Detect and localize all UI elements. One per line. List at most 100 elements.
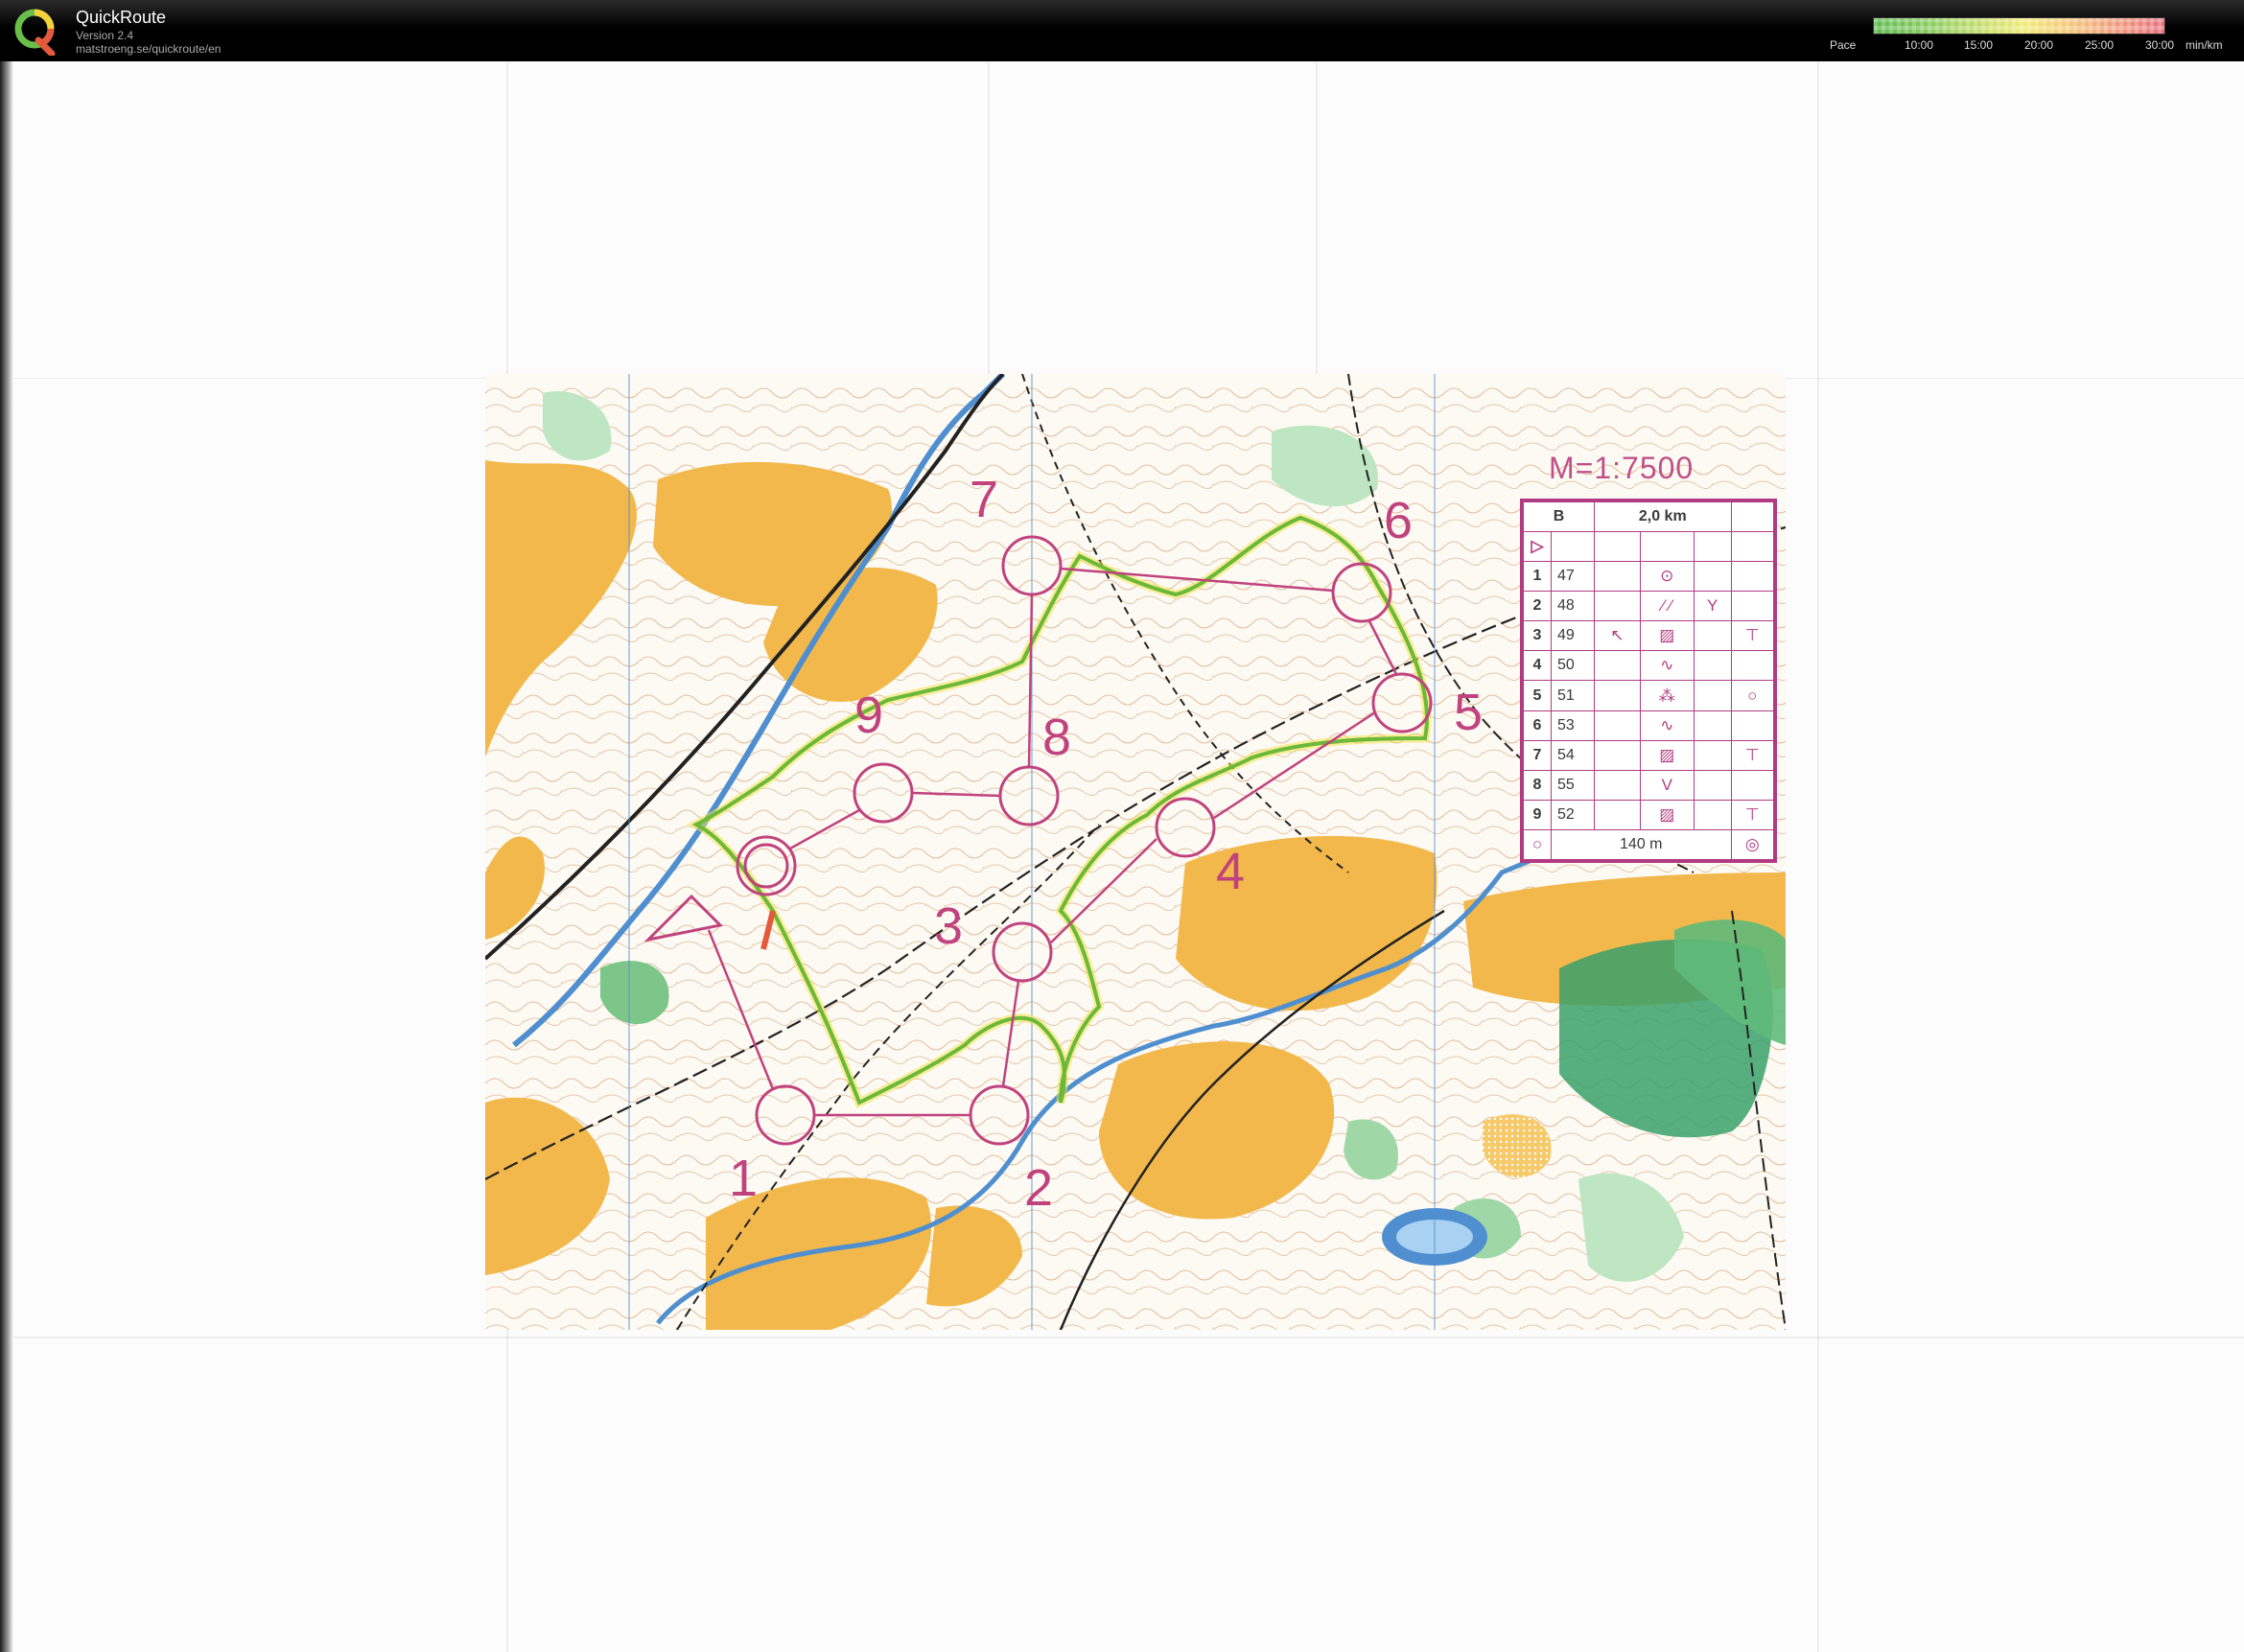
control-symbol-detail <box>1693 561 1732 593</box>
control-number: 9 <box>854 686 884 744</box>
control-number: 4 <box>1216 843 1246 900</box>
control-description-table: B 2,0 km ▷ 1 47 ⊙ 2 48 ⁄ ⁄ Y 3 49 ↖ ▨ ⊤ 4 50 ∿ 5 51 ⁂ ○ 6 53… <box>1523 501 1775 860</box>
control-symbol-feature: ▨ <box>1639 739 1695 771</box>
control-code: 49 <box>1551 620 1595 652</box>
control-symbol-location: ⊤ <box>1730 799 1775 831</box>
map-scale-label: M=1:7500 <box>1549 451 1695 485</box>
control-symbol-direction <box>1594 710 1641 741</box>
control-description-rows: ▷ 1 47 ⊙ 2 48 ⁄ ⁄ Y 3 49 ↖ ▨ ⊤ 4 50 ∿ 5 51 ⁂ ○ 6 53 ∿ 7 54 ▨ ⊤ 8 55… <box>1523 530 1775 831</box>
control-symbol-location <box>1730 591 1775 622</box>
pace-tick: 25:00 <box>2085 38 2115 52</box>
control-symbol-location <box>1730 650 1775 682</box>
control-symbol-direction <box>1594 680 1641 711</box>
course-length: 2,0 km <box>1594 501 1732 532</box>
control-number: 6 <box>1384 492 1414 549</box>
pace-tick: 30:00 <box>2145 38 2175 52</box>
control-symbol-direction <box>1594 739 1641 771</box>
control-sequence-number: 6 <box>1523 710 1552 741</box>
control-symbol-feature: ⁄ ⁄ <box>1639 591 1695 622</box>
pace-unit-label: min/km <box>2186 38 2223 52</box>
control-symbol-detail <box>1693 710 1732 741</box>
pace-tick: 10:00 <box>1905 38 1934 52</box>
control-symbol-detail: Y <box>1693 591 1732 622</box>
control-row: 2 48 ⁄ ⁄ Y <box>1523 591 1775 622</box>
control-sequence-number: 9 <box>1523 799 1552 831</box>
control-symbol-detail <box>1693 769 1732 801</box>
control-symbol-feature: ▨ <box>1639 620 1695 652</box>
control-sequence-number: 2 <box>1523 591 1552 622</box>
control-code: 52 <box>1551 799 1595 831</box>
control-symbol-feature: V <box>1639 769 1695 801</box>
finish-circle-icon: ◎ <box>1730 829 1775 860</box>
pace-tick: 15:00 <box>1964 38 1994 52</box>
control-sequence-number: 8 <box>1523 769 1552 801</box>
course-class: B <box>1523 501 1595 532</box>
control-row: 4 50 ∿ <box>1523 650 1775 682</box>
control-number: 8 <box>1042 709 1072 766</box>
control-code: 48 <box>1551 591 1595 622</box>
control-symbol-location: ○ <box>1730 680 1775 711</box>
app-title: QuickRoute <box>76 8 167 27</box>
control-code: 47 <box>1551 561 1595 593</box>
scan-edge-shadow <box>0 61 13 1652</box>
control-symbol-feature: ∿ <box>1639 710 1695 741</box>
control-symbol-detail <box>1693 739 1732 771</box>
control-number: 2 <box>1024 1159 1054 1217</box>
control-symbol-feature: ⊙ <box>1639 561 1695 593</box>
control-code: 51 <box>1551 680 1595 711</box>
app-version: Version 2.4 <box>76 29 134 42</box>
control-symbol-location <box>1730 710 1775 741</box>
control-code: 55 <box>1551 769 1595 801</box>
pace-color-scale <box>1873 17 2165 35</box>
control-code: 54 <box>1551 739 1595 771</box>
control-symbol-direction <box>1594 591 1641 622</box>
start-finish-circle-icon: ○ <box>1523 829 1552 860</box>
control-sequence-number: 3 <box>1523 620 1552 652</box>
pace-tick: 20:00 <box>2024 38 2054 52</box>
control-symbol-direction <box>1594 769 1641 801</box>
control-symbol-direction <box>1594 799 1641 831</box>
paper-fold <box>988 61 990 378</box>
control-symbol-location: ⊤ <box>1730 739 1775 771</box>
control-symbol-feature: ▨ <box>1639 799 1695 831</box>
control-row: 3 49 ↖ ▨ ⊤ <box>1523 620 1775 652</box>
control-row: 6 53 ∿ <box>1523 710 1775 741</box>
control-symbol-feature: ⁂ <box>1639 680 1695 711</box>
control-symbol-direction: ↖ <box>1594 620 1641 652</box>
control-symbol-detail <box>1693 799 1732 831</box>
control-symbol-location: ⊤ <box>1730 620 1775 652</box>
control-row: 5 51 ⁂ ○ <box>1523 680 1775 711</box>
paper-fold <box>1817 61 1819 1652</box>
control-sequence-number: 7 <box>1523 739 1552 771</box>
control-symbol-detail <box>1693 650 1732 682</box>
control-code: 53 <box>1551 710 1595 741</box>
app-header: QuickRoute Version 2.4 matstroeng.se/qui… <box>0 0 2244 61</box>
control-number: 1 <box>729 1150 759 1207</box>
paper-fold <box>0 1337 2244 1338</box>
control-symbol-location <box>1730 769 1775 801</box>
app-url-link[interactable]: matstroeng.se/quickroute/en <box>76 42 221 56</box>
control-symbol-direction <box>1594 650 1641 682</box>
control-number: 7 <box>970 471 999 528</box>
control-row: 1 47 ⊙ <box>1523 561 1775 593</box>
control-sequence-number: 5 <box>1523 680 1552 711</box>
control-symbol-detail <box>1693 680 1732 711</box>
control-row: 8 55 V <box>1523 769 1775 801</box>
control-sequence-number: 4 <box>1523 650 1552 682</box>
control-sequence-number: 1 <box>1523 561 1552 593</box>
quickroute-logo-icon <box>14 9 56 56</box>
control-symbol-detail <box>1693 620 1732 652</box>
paper-fold <box>1316 61 1318 378</box>
control-symbol-direction <box>1594 561 1641 593</box>
start-row: ▷ <box>1523 530 1775 563</box>
pace-legend-label: Pace <box>1830 38 1857 52</box>
control-symbol-feature: ∿ <box>1639 650 1695 682</box>
control-code: 50 <box>1551 650 1595 682</box>
control-number: 5 <box>1454 684 1484 741</box>
control-description-sheet: B 2,0 km ▷ 1 47 ⊙ 2 48 ⁄ ⁄ Y 3 49 ↖ ▨ ⊤ 4 50 ∿ 5 51 ⁂ ○ 6 53… <box>1520 499 1777 863</box>
control-row: 9 52 ▨ ⊤ <box>1523 799 1775 831</box>
finish-distance: 140 m <box>1551 829 1732 860</box>
start-triangle-icon: ▷ <box>1523 530 1552 563</box>
control-number: 3 <box>934 897 964 955</box>
control-row: 7 54 ▨ ⊤ <box>1523 739 1775 771</box>
